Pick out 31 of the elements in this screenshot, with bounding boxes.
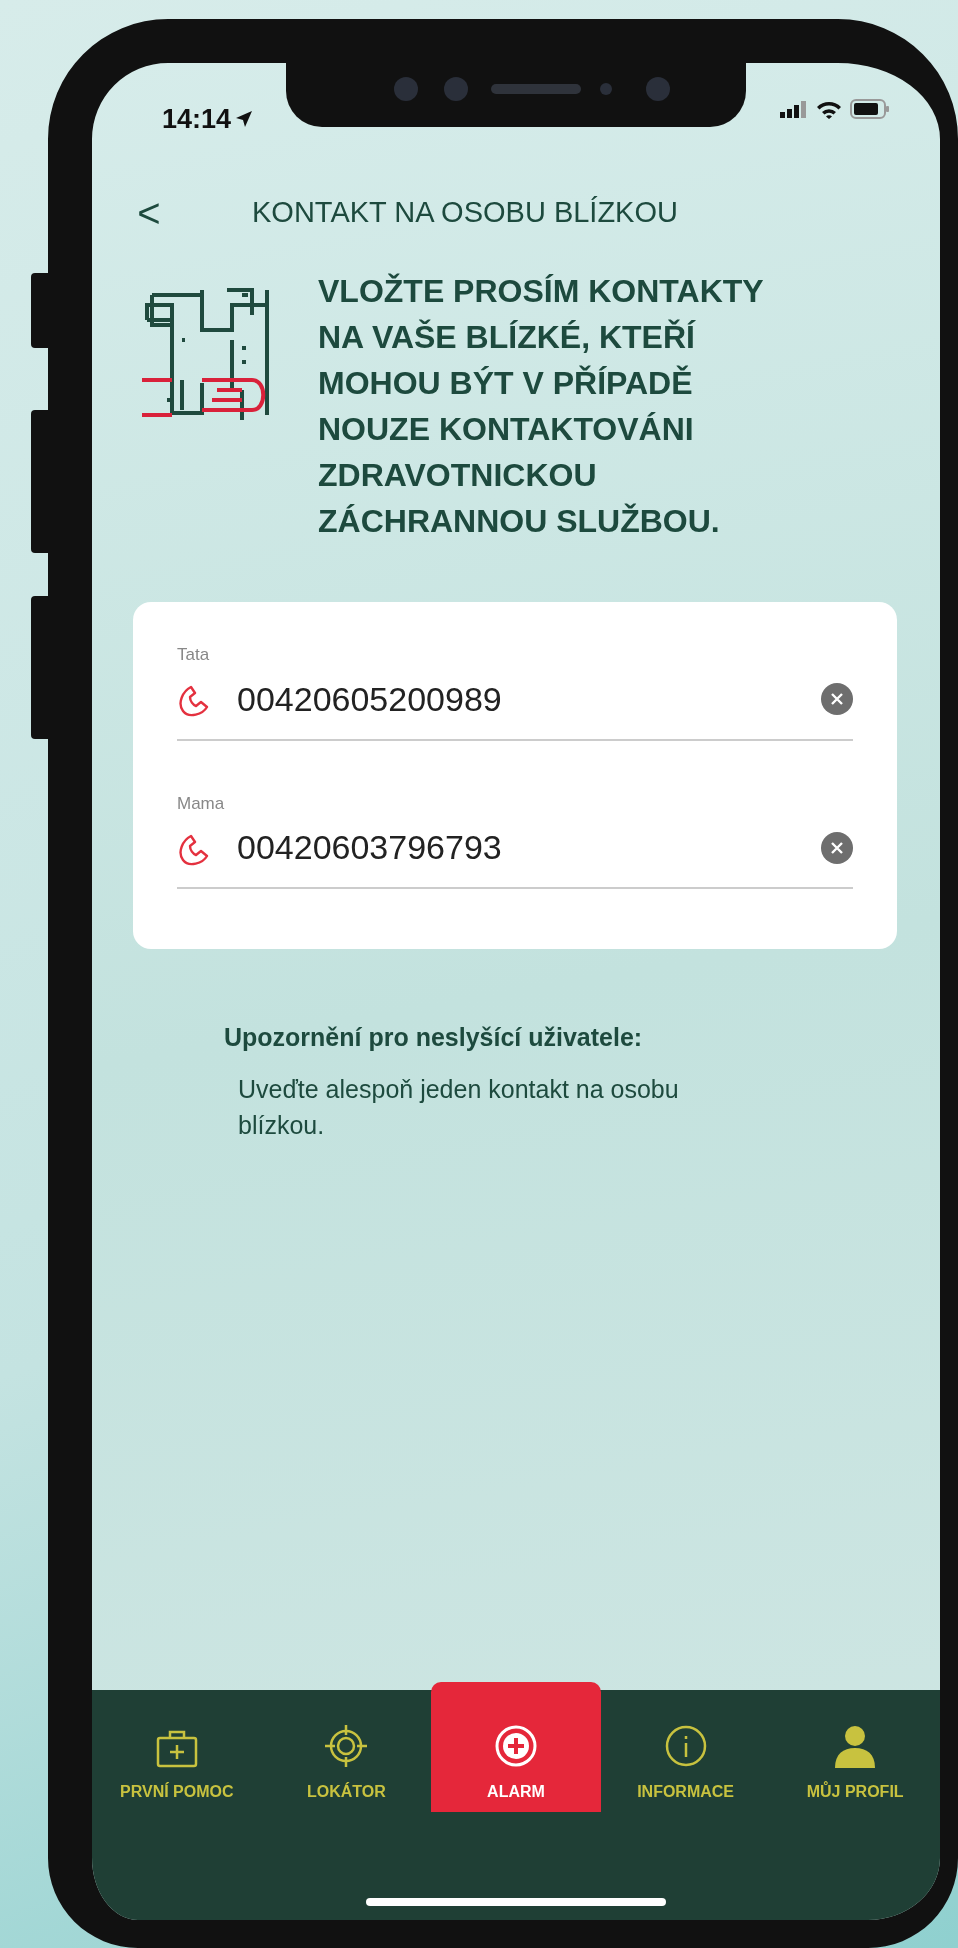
tab-label: LOKÁTOR: [307, 1781, 386, 1802]
status-time: 14:14: [162, 103, 232, 136]
tab-label: MŮJ PROFIL: [806, 1780, 904, 1802]
person-icon: [833, 1724, 878, 1768]
tab[interactable]: INFORMACE: [600, 1690, 771, 1812]
page-title: KONTAKT NA OSOBU BLÍZKOU: [252, 195, 678, 231]
tab-label: ALARM: [487, 1782, 545, 1802]
crosshair-icon: [324, 1724, 369, 1768]
field-label: Mama: [177, 792, 226, 815]
field-label: Tata: [177, 644, 211, 666]
clear-icon[interactable]: [821, 683, 853, 715]
info-icon: [663, 1724, 708, 1768]
phone-number-field[interactable]: 00420605200989: [237, 673, 657, 725]
tab[interactable]: ALARM: [431, 1682, 601, 1812]
wifi-icon: [816, 99, 842, 119]
signal-icon: [780, 100, 808, 118]
location-icon: [235, 110, 254, 129]
battery-icon: [850, 99, 890, 119]
back-button[interactable]: <: [134, 183, 164, 243]
first-aid-kit-icon: [155, 1728, 198, 1768]
notice-text: Uveďte alespoň jeden kontakt na osobu blízkou.: [237, 1073, 680, 1141]
tab[interactable]: LOKÁTOR: [261, 1690, 432, 1812]
notice-title: Upozornění pro neslyšící uživatele:: [223, 1022, 644, 1053]
tab[interactable]: MŮJ PROFIL: [770, 1690, 940, 1812]
clear-icon[interactable]: [821, 831, 853, 864]
tab[interactable]: PRVNÍ POMOC: [92, 1690, 262, 1812]
tab-label: PRVNÍ POMOC: [120, 1781, 234, 1802]
phone-number-field[interactable]: 00420603796793: [237, 822, 657, 873]
tab-label: INFORMACE: [637, 1782, 734, 1802]
intro-text: VLOŽTE PROSÍM KONTAKTY NA VAŠE BLÍZKÉ, KTEŘÍ MOHOU BÝT V PŘÍPADĚ NOUZE KONTAKTOVÁNI ZDRAVOTNICKOU ZÁCHRANNOU SLUŽBOU.: [318, 272, 765, 541]
plus-circle-icon: [494, 1724, 538, 1768]
